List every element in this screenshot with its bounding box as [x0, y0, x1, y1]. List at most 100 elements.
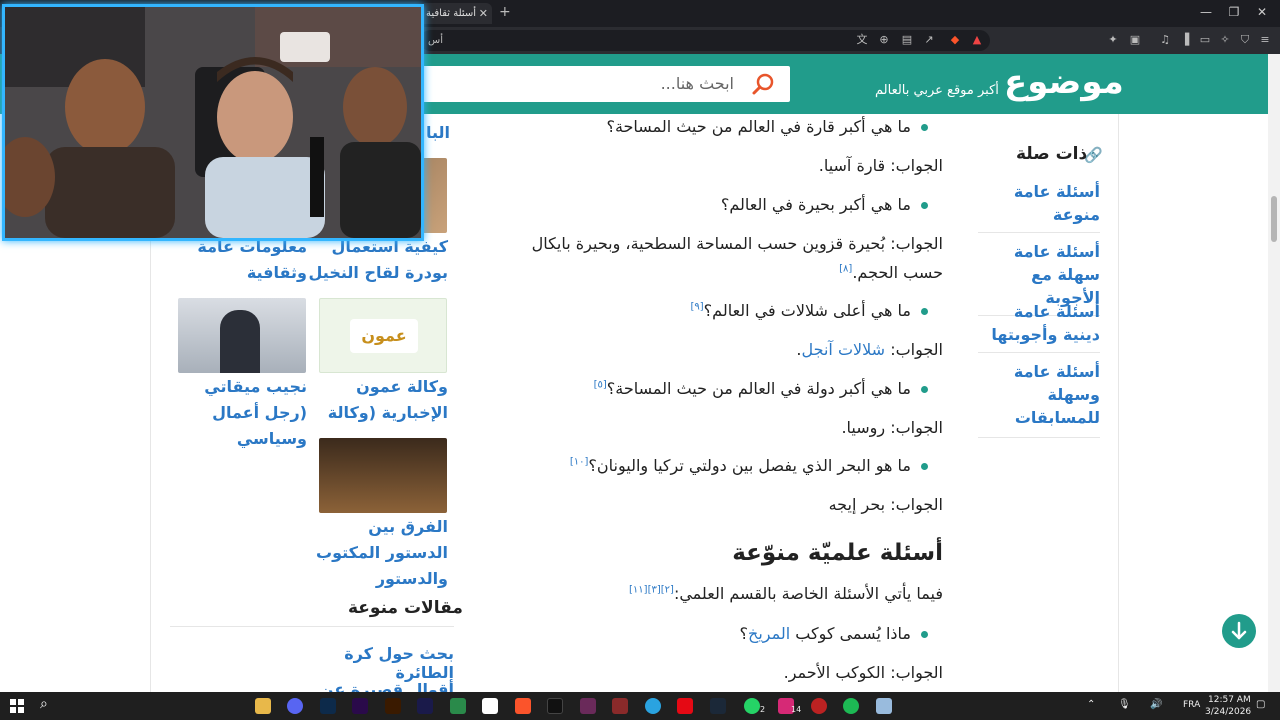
scrollbar-thumb[interactable] — [1271, 196, 1277, 242]
bullet-icon — [921, 308, 928, 315]
notification-icon[interactable]: ▢ — [1256, 699, 1265, 710]
windows-taskbar: ⌕ 2 14 ⌃ 🎙 🔊 FRA 12:57 AM 3/24/2026 ▢ — [0, 692, 1280, 720]
menu-icon[interactable]: ≡ — [1258, 33, 1272, 47]
answer-text: الجواب: روسيا. — [841, 418, 943, 437]
reference-link[interactable]: [٨] — [839, 264, 852, 275]
brave-shield-icon[interactable]: ◆ — [948, 33, 962, 47]
question-item: ما هو البحر الذي يفصل بين دولتي تركيا وا… — [570, 456, 928, 475]
mars-link[interactable]: المريخ — [748, 624, 790, 643]
new-tab-button[interactable]: + — [499, 4, 511, 20]
question-item: ما هي أكبر قارة في العالم من حيث المساحة… — [606, 117, 928, 136]
clock-time[interactable]: 12:57 AM — [1208, 695, 1251, 705]
brave-rewards-icon[interactable]: ▲ — [970, 33, 984, 47]
card-image[interactable]: عمون — [319, 298, 447, 373]
question-item: ماذا يُسمى كوكب المريخ؟ — [740, 624, 928, 643]
wallet2-icon[interactable]: ▭ — [1198, 33, 1212, 47]
divider — [170, 626, 454, 627]
arrow-down-icon — [1231, 621, 1247, 640]
leo-icon[interactable]: ✧ — [1218, 33, 1232, 47]
card-title[interactable]: كيفية استعمال بودرة لقاح النخيل — [308, 234, 448, 286]
address-text: أس — [428, 35, 443, 46]
answer-text: الجواب: بُحيرة قزوين حسب المساحة السطحية… — [531, 234, 943, 253]
windows-start-icon[interactable] — [10, 699, 24, 713]
answer-link[interactable]: شلالات آنجل — [802, 340, 886, 359]
app-icon[interactable] — [811, 698, 827, 714]
reference-link[interactable]: [٥] — [594, 380, 607, 391]
minimize-button[interactable]: — — [1196, 5, 1216, 19]
tiktok-icon[interactable] — [547, 698, 563, 714]
card-image[interactable] — [178, 298, 306, 373]
translate-icon[interactable]: 文 — [855, 33, 869, 47]
related-link[interactable]: أسئلة عامة وسهلة للمسابقات — [978, 360, 1100, 438]
whatsapp-badge: 2 — [760, 705, 766, 714]
card-title[interactable]: الفرق بين الدستور المكتوب والدستور — [308, 514, 448, 592]
photoshop-icon[interactable] — [320, 698, 336, 714]
search-icon[interactable] — [750, 71, 776, 97]
reader-icon[interactable]: ▤ — [900, 33, 914, 47]
tray-chevron-icon[interactable]: ⌃ — [1087, 699, 1095, 710]
telegram-icon[interactable] — [645, 698, 661, 714]
steam-icon[interactable] — [710, 698, 726, 714]
page-scrollbar[interactable] — [1268, 54, 1280, 692]
person-silhouette — [220, 310, 260, 373]
illustrator-icon[interactable] — [385, 698, 401, 714]
share-icon[interactable]: ↗ — [922, 33, 936, 47]
related-link[interactable]: أسئلة عامة منوعة — [978, 180, 1100, 233]
varia-heading: مقالات منوعة — [348, 598, 463, 618]
sidebar-icon[interactable]: ▐ — [1178, 33, 1192, 47]
reference-link[interactable]: [٢][٣][١١] — [629, 585, 674, 596]
zoom-icon[interactable]: ⊕ — [877, 33, 891, 47]
reference-link[interactable]: [١٠] — [570, 457, 589, 468]
site-logo[interactable]: موضوع — [1004, 62, 1124, 102]
card-title[interactable]: معلومات عامة وثقافية — [167, 234, 307, 286]
tab-title: أسئلة ثقافية — [426, 8, 477, 19]
bullet-icon — [921, 631, 928, 638]
reference-link[interactable]: [٩] — [690, 302, 703, 313]
card-image[interactable] — [319, 438, 447, 513]
volume-icon[interactable]: 🔊 — [1150, 699, 1162, 710]
vpn-icon[interactable]: ⛉ — [1238, 33, 1252, 47]
clock-date[interactable]: 3/24/2026 — [1205, 707, 1251, 717]
extensions-icon[interactable]: ✦ — [1106, 33, 1120, 47]
close-window-button[interactable]: ✕ — [1252, 5, 1272, 19]
file-explorer-icon[interactable] — [255, 698, 271, 714]
whatsapp-icon[interactable] — [744, 698, 760, 714]
microphone-icon[interactable]: 🎙 — [1118, 699, 1131, 710]
varia-link[interactable]: بحث حول كرة الطائرة — [300, 644, 454, 682]
brave-icon[interactable] — [515, 698, 531, 714]
language-indicator[interactable]: FRA — [1183, 700, 1200, 710]
bullet-icon — [921, 124, 928, 131]
section-heading: أسئلة علميّة منوّعة — [732, 540, 943, 566]
wallet-icon[interactable]: ▣ — [1128, 33, 1142, 47]
app-icon[interactable] — [450, 698, 466, 714]
related-link[interactable]: أسئلة عامة دينية وأجوبتها — [978, 300, 1100, 353]
spotify-icon[interactable] — [843, 698, 859, 714]
browser-tab[interactable]: أسئلة ثقافية ✕ — [420, 3, 492, 24]
scroll-down-button[interactable] — [1222, 614, 1256, 648]
music-icon[interactable]: ♫ — [1158, 33, 1172, 47]
card-title[interactable]: نجيب ميقاتي (رجل أعمال وسياسي — [167, 374, 307, 452]
site-tagline: أكبر موقع عربي بالعالم — [875, 83, 999, 98]
maximize-button[interactable]: ❐ — [1224, 5, 1244, 19]
tab-close-icon[interactable]: ✕ — [479, 3, 488, 24]
search-input[interactable]: ابحث هنا... — [661, 74, 734, 93]
app-icon[interactable] — [612, 698, 628, 714]
answer-text: الجواب: بحر إيجه — [828, 495, 943, 514]
after-effects-icon[interactable] — [417, 698, 433, 714]
discord-icon[interactable] — [287, 698, 303, 714]
capcut-icon[interactable] — [482, 698, 498, 714]
related-title: ذات صلة — [1016, 144, 1088, 164]
search-box[interactable]: ابحث هنا... — [414, 66, 790, 102]
app-icon[interactable] — [876, 698, 892, 714]
netflix-icon[interactable] — [677, 698, 693, 714]
varia-link[interactable]: أقوال قصيرة عن الحب — [300, 680, 454, 692]
card-title[interactable]: وكالة عمون الإخبارية (وكالة — [308, 374, 448, 426]
search-taskbar-icon[interactable]: ⌕ — [40, 696, 48, 712]
section-intro: فيما يأتي الأسئلة الخاصة بالقسم العلمي:[… — [629, 584, 943, 603]
answer-text: الجواب: شلالات آنجل. — [796, 340, 943, 359]
instagram-badge: 14 — [791, 705, 802, 714]
premiere-icon[interactable] — [352, 698, 368, 714]
answer-text: الجواب: الكوكب الأحمر. — [783, 663, 943, 682]
app-icon[interactable] — [580, 698, 596, 714]
question-item: ما هي أكبر بحيرة في العالم؟ — [721, 195, 928, 214]
